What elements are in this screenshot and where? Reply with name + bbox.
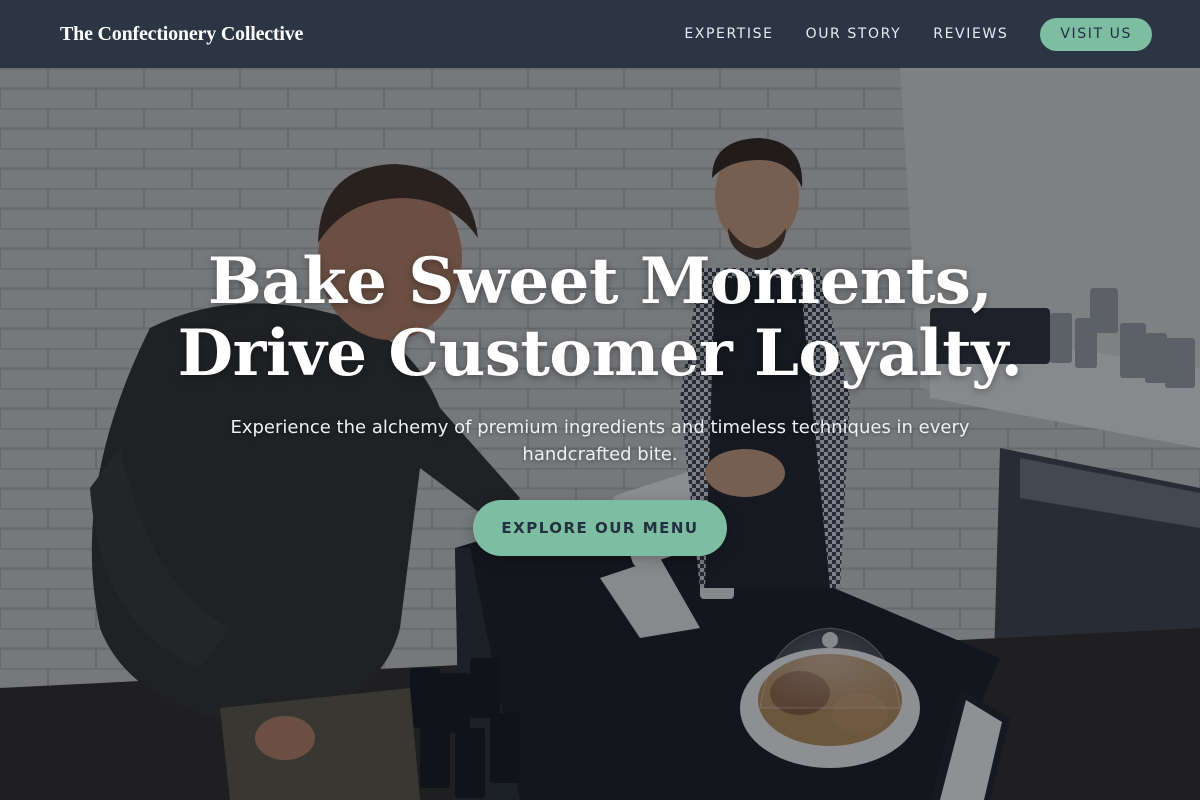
explore-menu-button[interactable]: EXPLORE OUR MENU [473, 500, 727, 556]
hero-content: Bake Sweet Moments, Drive Customer Loyal… [0, 246, 1200, 556]
hero-title-line-1: Bake Sweet Moments, [207, 244, 993, 319]
nav-link-expertise[interactable]: EXPERTISE [684, 26, 773, 42]
nav-link-our-story[interactable]: OUR STORY [806, 26, 902, 42]
hero-section: Bake Sweet Moments, Drive Customer Loyal… [0, 68, 1200, 800]
hero-title-line-2: Drive Customer Loyalty. [177, 316, 1023, 391]
main-nav: EXPERTISE OUR STORY REVIEWS VISIT US [652, 17, 1152, 51]
brand-logo-text[interactable]: The Confectionery Collective [60, 23, 303, 46]
nav-link-reviews[interactable]: REVIEWS [933, 26, 1008, 42]
visit-us-button[interactable]: VISIT US [1040, 17, 1152, 51]
site-header: The Confectionery Collective EXPERTISE O… [0, 0, 1200, 68]
hero-title: Bake Sweet Moments, Drive Customer Loyal… [0, 246, 1200, 390]
hero-subtitle: Experience the alchemy of premium ingred… [230, 417, 970, 465]
